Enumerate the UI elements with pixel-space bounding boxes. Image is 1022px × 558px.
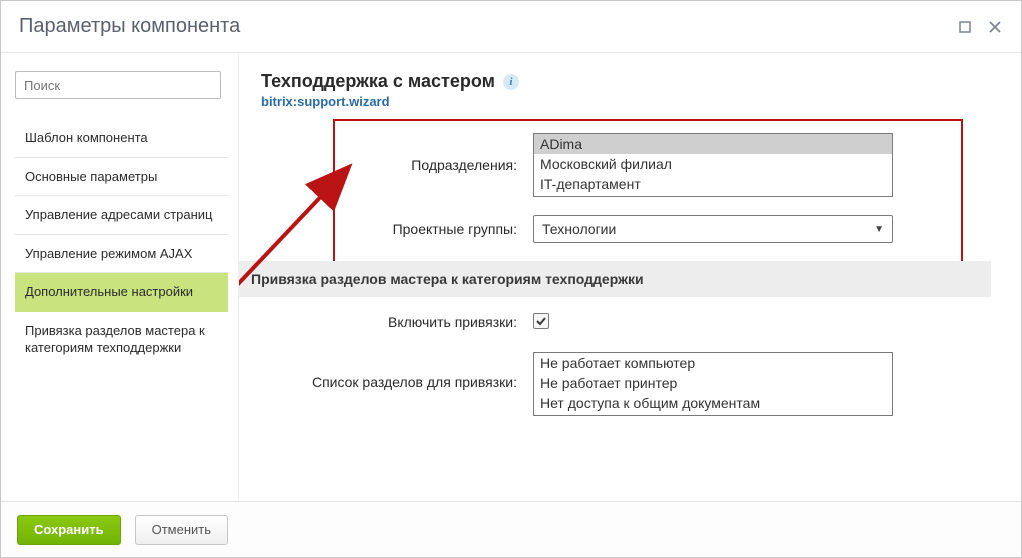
- save-button[interactable]: Сохранить: [17, 515, 121, 545]
- row-departments: Подразделения: ADima Московский филиал I…: [239, 133, 991, 197]
- department-option[interactable]: IT-департамент: [534, 174, 892, 194]
- sidebar-item-main-params[interactable]: Основные параметры: [15, 158, 228, 197]
- dialog-footer: Сохранить Отменить: [1, 501, 1021, 557]
- component-title-row: Техподдержка с мастером i: [261, 71, 999, 92]
- enable-bindings-label: Включить привязки:: [239, 314, 533, 330]
- groups-select[interactable]: Технологии ▼: [533, 215, 893, 243]
- maximize-icon[interactable]: [957, 19, 973, 35]
- row-bindings-list: Список разделов для привязки: Не работае…: [239, 352, 991, 416]
- departments-multiselect[interactable]: ADima Московский филиал IT-департамент: [533, 133, 893, 197]
- search-input[interactable]: [15, 71, 221, 99]
- department-option[interactable]: ADima: [534, 134, 892, 154]
- section-header-bindings: Привязка разделов мастера к категориям т…: [239, 261, 991, 297]
- component-title: Техподдержка с мастером: [261, 71, 495, 92]
- binding-option[interactable]: Нет доступа к общим документам: [534, 393, 892, 413]
- sidebar-item-additional[interactable]: Дополнительные настройки: [15, 273, 228, 312]
- groups-select-value: Технологии: [542, 221, 616, 237]
- binding-option[interactable]: Не работает принтер: [534, 373, 892, 393]
- sidebar: Шаблон компонента Основные параметры Упр…: [1, 53, 239, 501]
- sidebar-nav: Шаблон компонента Основные параметры Упр…: [15, 119, 228, 367]
- window-title: Параметры компонента: [19, 15, 240, 38]
- binding-option[interactable]: Не работает компьютер: [534, 353, 892, 373]
- bindings-list-label: Список разделов для привязки:: [239, 352, 533, 390]
- sidebar-item-url-management[interactable]: Управление адресами страниц: [15, 196, 228, 235]
- row-enable-bindings: Включить привязки:: [239, 313, 991, 330]
- departments-label: Подразделения:: [239, 157, 533, 173]
- dialog-body: Шаблон компонента Основные параметры Упр…: [1, 53, 1021, 501]
- sidebar-item-category-binding[interactable]: Привязка разделов мастера к категориям т…: [15, 312, 228, 367]
- sidebar-item-template[interactable]: Шаблон компонента: [15, 119, 228, 158]
- sidebar-item-ajax-mode[interactable]: Управление режимом AJAX: [15, 235, 228, 274]
- titlebar: Параметры компонента: [1, 1, 1021, 53]
- info-icon[interactable]: i: [503, 74, 519, 90]
- form-area: Подразделения: ADima Московский филиал I…: [239, 119, 991, 501]
- component-code: bitrix:support.wizard: [261, 94, 999, 109]
- chevron-down-icon: ▼: [874, 224, 884, 235]
- row-groups: Проектные группы: Технологии ▼: [239, 215, 991, 243]
- close-icon[interactable]: [987, 19, 1003, 35]
- groups-label: Проектные группы:: [239, 221, 533, 237]
- content-pane: Техподдержка с мастером i bitrix:support…: [239, 53, 1021, 501]
- enable-bindings-checkbox[interactable]: [533, 313, 549, 329]
- cancel-button[interactable]: Отменить: [135, 515, 228, 545]
- department-option[interactable]: Московский филиал: [534, 154, 892, 174]
- bindings-list-multiselect[interactable]: Не работает компьютер Не работает принте…: [533, 352, 893, 416]
- dialog-window: Параметры компонента Шаблон компонента О…: [0, 0, 1022, 558]
